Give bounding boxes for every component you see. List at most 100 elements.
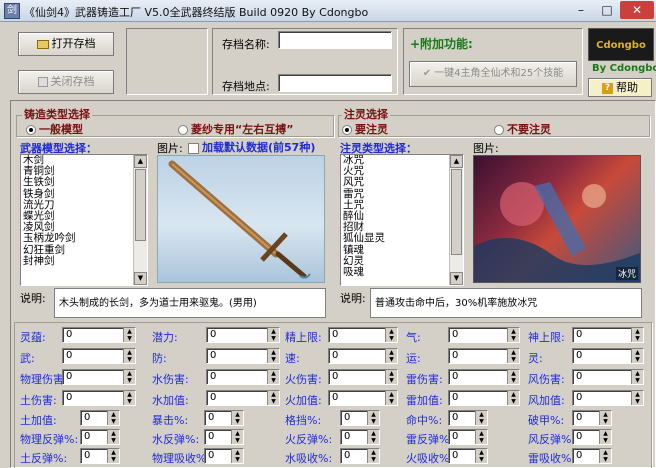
save-name-field[interactable]	[278, 31, 392, 49]
stat-spinner[interactable]: ▲ ▼	[507, 391, 519, 405]
scroll-thumb[interactable]	[451, 169, 462, 255]
help-button[interactable]: ? 帮助	[588, 78, 652, 97]
stat-input[interactable]: 0 ▲ ▼	[206, 348, 280, 364]
scroll-down-arrow[interactable]: ▼	[450, 272, 463, 285]
stat-spinner[interactable]: ▲ ▼	[631, 349, 643, 363]
stat-spinner[interactable]: ▲ ▼	[385, 328, 397, 342]
stat-spinner[interactable]: ▲ ▼	[599, 449, 611, 463]
stat-input[interactable]: 0 ▲ ▼	[204, 448, 244, 464]
weapon-list-scrollbar[interactable]: ▲ ▼	[133, 155, 147, 285]
stat-input[interactable]: 0 ▲ ▼	[572, 369, 644, 385]
stat-input[interactable]: 0 ▲ ▼	[328, 327, 398, 343]
spirit-type-item[interactable]: 风咒	[341, 177, 463, 188]
stat-input[interactable]: 0 ▲ ▼	[80, 448, 120, 464]
stat-input[interactable]: 0 ▲ ▼	[80, 410, 120, 426]
stat-spinner[interactable]: ▲ ▼	[123, 328, 135, 342]
spirit-type-list[interactable]: 冰咒 火咒 风咒 雷咒 土咒 醉仙 招财 狐仙显灵 镇魂 幻灵 吸魂 ▲ ▼	[340, 154, 464, 286]
stat-spinner[interactable]: ▲ ▼	[631, 391, 643, 405]
stat-input[interactable]: 0 ▲ ▼	[206, 369, 280, 385]
radio-linsha-model[interactable]: 菱纱专用“左右互搏”	[178, 121, 293, 137]
stat-input[interactable]: 0 ▲ ▼	[448, 327, 520, 343]
stat-input[interactable]: 0 ▲ ▼	[448, 390, 520, 406]
stat-spinner[interactable]: ▲ ▼	[385, 370, 397, 384]
stat-spinner[interactable]: ▲ ▼	[267, 349, 279, 363]
stat-spinner[interactable]: ▲ ▼	[367, 411, 379, 425]
weapon-model-item[interactable]: 玉柄龙吟剑	[21, 233, 147, 244]
close-button[interactable]: ✕	[620, 1, 654, 19]
stat-input[interactable]: 0 ▲ ▼	[328, 348, 398, 364]
stat-input[interactable]: 0 ▲ ▼	[572, 348, 644, 364]
stat-input[interactable]: 0 ▲ ▼	[572, 390, 644, 406]
stat-spinner[interactable]: ▲ ▼	[267, 370, 279, 384]
stat-input[interactable]: 0 ▲ ▼	[62, 369, 136, 385]
load-default-checkbox[interactable]: 加载默认数据(前57种)	[188, 139, 315, 155]
radio-need-spirit[interactable]: 要注灵	[342, 121, 388, 137]
stat-input[interactable]: 0 ▲ ▼	[340, 410, 380, 426]
stat-input[interactable]: 0 ▲ ▼	[62, 327, 136, 343]
stat-spinner[interactable]: ▲ ▼	[107, 449, 119, 463]
scroll-down-arrow[interactable]: ▼	[134, 272, 147, 285]
stat-spinner[interactable]: ▲ ▼	[475, 449, 487, 463]
stat-spinner[interactable]: ▲ ▼	[123, 370, 135, 384]
stat-input[interactable]: 0 ▲ ▼	[204, 429, 244, 445]
stat-spinner[interactable]: ▲ ▼	[599, 411, 611, 425]
stat-input[interactable]: 0 ▲ ▼	[328, 390, 398, 406]
stat-input[interactable]: 0 ▲ ▼	[448, 448, 488, 464]
stat-input[interactable]: 0 ▲ ▼	[62, 348, 136, 364]
stat-input[interactable]: 0 ▲ ▼	[340, 429, 380, 445]
stat-input[interactable]: 0 ▲ ▼	[328, 369, 398, 385]
stat-spinner[interactable]: ▲ ▼	[475, 430, 487, 444]
scroll-up-arrow[interactable]: ▲	[134, 155, 147, 168]
stat-spinner[interactable]: ▲ ▼	[267, 391, 279, 405]
stat-spinner[interactable]: ▲ ▼	[107, 411, 119, 425]
spirit-type-item[interactable]: 镇魂	[341, 244, 463, 256]
minimize-button[interactable]: –	[568, 1, 594, 19]
stat-input[interactable]: 0 ▲ ▼	[448, 369, 520, 385]
radio-no-spirit[interactable]: 不要注灵	[494, 121, 551, 137]
stat-spinner[interactable]: ▲ ▼	[231, 430, 243, 444]
spirit-type-item[interactable]: 吸魂	[341, 266, 463, 278]
stat-spinner[interactable]: ▲ ▼	[631, 328, 643, 342]
maximize-button[interactable]: □	[594, 1, 620, 19]
spirit-type-item[interactable]: 狐仙显灵	[341, 233, 463, 244]
stat-input[interactable]: 0 ▲ ▼	[572, 429, 612, 445]
weapon-model-item[interactable]: 幻狂重剑	[21, 244, 147, 256]
stat-spinner[interactable]: ▲ ▼	[475, 411, 487, 425]
weapon-model-list[interactable]: 木剑 青铜剑 生铁剑 铁身剑 流光刀 蝶光剑 凌风剑 玉柄龙吟剑 幻狂重剑 封神剑 ▲ ▼	[20, 154, 148, 286]
stat-input[interactable]: 0 ▲ ▼	[448, 429, 488, 445]
stat-spinner[interactable]: ▲ ▼	[123, 391, 135, 405]
stat-spinner[interactable]: ▲ ▼	[599, 430, 611, 444]
stat-input[interactable]: 0 ▲ ▼	[572, 448, 612, 464]
scroll-thumb[interactable]	[135, 169, 146, 241]
stat-input[interactable]: 0 ▲ ▼	[572, 410, 612, 426]
stat-input[interactable]: 0 ▲ ▼	[206, 327, 280, 343]
stat-spinner[interactable]: ▲ ▼	[231, 411, 243, 425]
stat-spinner[interactable]: ▲ ▼	[267, 328, 279, 342]
stat-spinner[interactable]: ▲ ▼	[385, 349, 397, 363]
stat-input[interactable]: 0 ▲ ▼	[204, 410, 244, 426]
scroll-up-arrow[interactable]: ▲	[450, 155, 463, 168]
save-location-field[interactable]	[278, 74, 392, 92]
spirit-list-scrollbar[interactable]: ▲ ▼	[449, 155, 463, 285]
open-save-button[interactable]: 打开存档	[18, 32, 114, 56]
weapon-model-item[interactable]: 封神剑	[21, 255, 147, 267]
stat-input[interactable]: 0 ▲ ▼	[448, 348, 520, 364]
stat-spinner[interactable]: ▲ ▼	[507, 370, 519, 384]
stat-spinner[interactable]: ▲ ▼	[507, 328, 519, 342]
weapon-model-item[interactable]: 生铁剑	[21, 177, 147, 188]
stat-spinner[interactable]: ▲ ▼	[507, 349, 519, 363]
stat-spinner[interactable]: ▲ ▼	[367, 449, 379, 463]
stat-spinner[interactable]: ▲ ▼	[631, 370, 643, 384]
stat-spinner[interactable]: ▲ ▼	[385, 391, 397, 405]
stat-input[interactable]: 0 ▲ ▼	[62, 390, 136, 406]
stat-input[interactable]: 0 ▲ ▼	[572, 327, 644, 343]
stat-spinner[interactable]: ▲ ▼	[367, 430, 379, 444]
stat-input[interactable]: 0 ▲ ▼	[80, 429, 120, 445]
stat-input[interactable]: 0 ▲ ▼	[340, 448, 380, 464]
stat-input[interactable]: 0 ▲ ▼	[206, 390, 280, 406]
stat-spinner[interactable]: ▲ ▼	[231, 449, 243, 463]
one-click-skills-button[interactable]: ✔ 一键4主角全仙术和25个技能	[409, 61, 577, 87]
close-save-button[interactable]: 关闭存档	[18, 70, 114, 94]
stat-spinner[interactable]: ▲ ▼	[123, 349, 135, 363]
stat-input[interactable]: 0 ▲ ▼	[448, 410, 488, 426]
